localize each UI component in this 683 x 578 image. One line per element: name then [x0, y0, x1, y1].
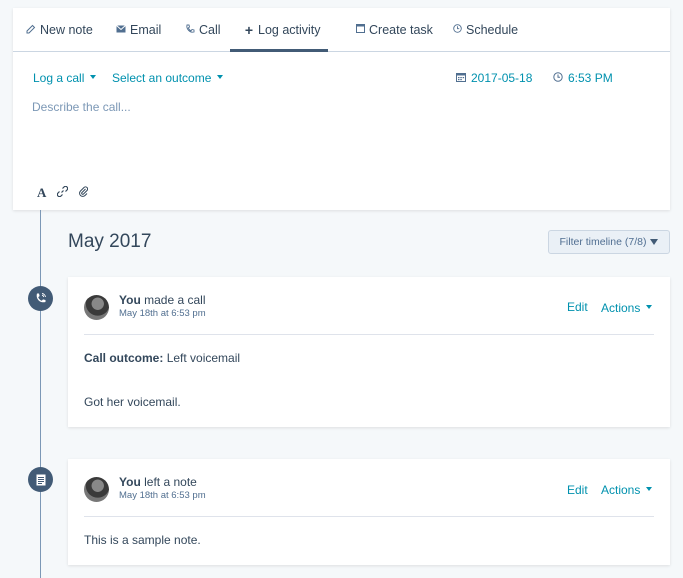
chevron-down-icon: [90, 75, 97, 79]
activity-timestamp: May 18th at 6:53 pm: [119, 308, 206, 319]
activity-timestamp: May 18th at 6:53 pm: [119, 490, 206, 501]
actions-dropdown[interactable]: Actions: [601, 301, 653, 315]
tab-call[interactable]: Call: [185, 8, 221, 52]
activity-type-dropdown[interactable]: Log a call: [33, 71, 97, 85]
actor-name: You: [119, 475, 141, 489]
month-header: May 2017: [68, 231, 152, 252]
tab-label: Create task: [369, 23, 433, 37]
activity-composer: New note Email Call + Log activity Creat…: [13, 8, 670, 210]
call-notes: Got her voicemail.: [84, 395, 181, 409]
outcome-label: Select an outcome: [112, 71, 212, 85]
tab-new-note[interactable]: New note: [26, 8, 93, 52]
card-divider: [84, 516, 654, 517]
description-placeholder: Describe the call...: [32, 100, 131, 114]
note-body: This is a sample note.: [84, 533, 201, 547]
clock-icon: [553, 71, 563, 85]
clock-icon: [452, 24, 462, 36]
timeline-line: [40, 210, 41, 578]
call-timeline-icon: [28, 286, 53, 311]
avatar: [84, 477, 109, 502]
calendar-icon: [456, 71, 466, 85]
card-divider: [84, 334, 654, 335]
edit-link[interactable]: Edit: [567, 300, 588, 314]
edit-link[interactable]: Edit: [567, 483, 588, 497]
activity-action: left a note: [144, 475, 197, 489]
active-tab-indicator: [230, 49, 328, 52]
call-outcome-label: Call outcome:: [84, 351, 164, 365]
activity-type-label: Log a call: [33, 71, 85, 85]
time-picker[interactable]: 6:53 PM: [553, 71, 613, 85]
actions-label: Actions: [601, 301, 641, 315]
note-timeline-icon: [28, 467, 53, 492]
edit-icon: [26, 24, 36, 37]
log-options-row: Log a call Select an outcome 2017-05-18 …: [13, 71, 670, 89]
outcome-dropdown[interactable]: Select an outcome: [112, 71, 224, 85]
link-icon[interactable]: [57, 185, 69, 200]
actor-name: You: [119, 293, 141, 307]
activity-header: You made a call: [119, 293, 206, 307]
actions-dropdown[interactable]: Actions: [601, 483, 653, 497]
activity-action: made a call: [144, 293, 206, 307]
tab-log-activity[interactable]: + Log activity: [244, 8, 321, 52]
attachment-icon[interactable]: [79, 186, 89, 200]
chevron-down-icon: [217, 75, 224, 79]
call-outcome-value: Left voicemail: [166, 351, 241, 365]
task-icon: [355, 24, 365, 36]
chevron-down-icon: [646, 487, 653, 491]
avatar: [84, 295, 109, 320]
call-description-input[interactable]: Describe the call...: [32, 100, 131, 114]
call-outcome: Call outcome: Left voicemail: [84, 351, 240, 365]
tab-email[interactable]: Email: [116, 8, 161, 52]
tab-label: Email: [130, 23, 162, 37]
email-icon: [116, 24, 126, 36]
text-format-icon[interactable]: A: [37, 185, 46, 201]
date-picker[interactable]: 2017-05-18: [456, 71, 532, 85]
chevron-down-icon: [646, 305, 653, 309]
date-value: 2017-05-18: [471, 71, 533, 85]
call-activity-card: You made a call May 18th at 6:53 pm Edit…: [68, 277, 670, 427]
phone-icon: [185, 24, 195, 37]
time-value: 6:53 PM: [568, 71, 613, 85]
filter-label: Filter timeline (7/8): [559, 236, 647, 248]
tab-create-task[interactable]: Create task: [355, 8, 433, 52]
caret-down-icon: [650, 239, 659, 245]
actions-label: Actions: [601, 483, 641, 497]
tab-label: Call: [199, 23, 221, 37]
plus-icon: +: [244, 22, 254, 38]
tab-label: Log activity: [258, 23, 321, 37]
tab-label: Schedule: [466, 23, 519, 37]
composer-tabs: New note Email Call + Log activity Creat…: [13, 8, 670, 52]
tab-schedule[interactable]: Schedule: [452, 8, 518, 52]
filter-timeline-button[interactable]: Filter timeline (7/8): [548, 230, 670, 254]
tab-label: New note: [40, 23, 93, 37]
rich-text-toolbar: A: [37, 185, 99, 201]
activity-header: You left a note: [119, 475, 197, 489]
note-activity-card: You left a note May 18th at 6:53 pm Edit…: [68, 459, 670, 565]
